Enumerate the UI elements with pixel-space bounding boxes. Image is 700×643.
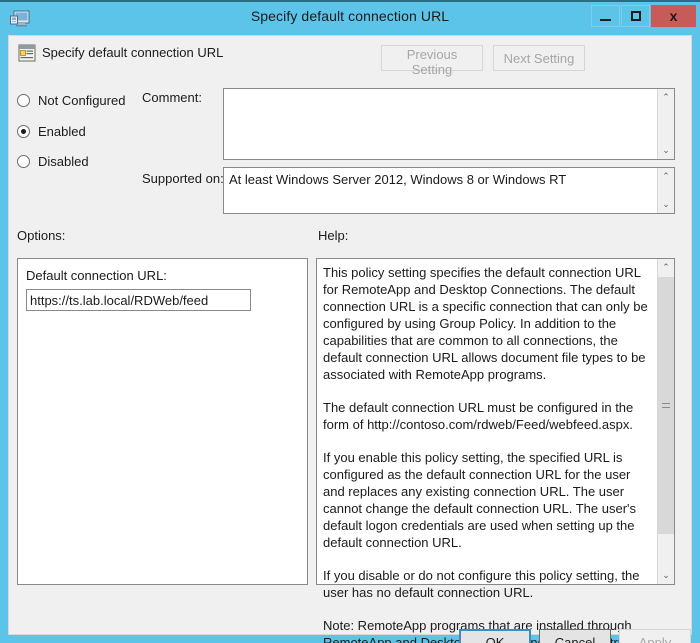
help-text-body: This policy setting specifies the defaul…: [323, 264, 653, 643]
help-panel: This policy setting specifies the defaul…: [316, 258, 675, 643]
help-paragraph: This policy setting specifies the defaul…: [323, 265, 648, 382]
scroll-down-icon[interactable]: ⌄: [658, 142, 674, 159]
window-controls: x: [590, 5, 696, 27]
supported-on-value: At least Windows Server 2012, Windows 8 …: [229, 172, 567, 187]
radio-circle: [17, 93, 30, 107]
scrollbar-grip-line: [662, 407, 670, 408]
dialog-client-area: Specify default connection URL Previous …: [8, 35, 692, 643]
radio-circle: [17, 154, 30, 168]
radio-not-configured[interactable]: Not Configured: [17, 91, 125, 109]
radio-label: Disabled: [38, 153, 89, 169]
title-bar[interactable]: Specify default connection URL x: [0, 4, 700, 33]
minimize-button[interactable]: [591, 5, 620, 27]
dialog-window: Specify default connection URL x Specify…: [0, 0, 700, 643]
previous-setting-button[interactable]: Previous Setting: [381, 45, 483, 77]
radio-disabled[interactable]: Disabled: [17, 152, 89, 170]
radio-label: Enabled: [38, 123, 86, 139]
radio-circle: [17, 124, 30, 138]
scroll-up-icon[interactable]: ⌃: [658, 89, 674, 106]
close-icon: x: [669, 8, 678, 24]
scroll-up-icon[interactable]: ⌃: [658, 168, 674, 185]
scroll-up-icon[interactable]: ⌃: [658, 259, 674, 276]
help-scrollbar-thumb[interactable]: [658, 277, 674, 534]
maximize-icon: [630, 11, 641, 21]
supported-on-scrollbar[interactable]: ⌃ ⌄: [657, 168, 674, 213]
maximize-button[interactable]: [621, 5, 650, 27]
scroll-down-icon[interactable]: ⌄: [658, 567, 674, 584]
cancel-button[interactable]: Cancel: [539, 629, 611, 643]
default-connection-url-input[interactable]: [26, 289, 251, 311]
help-scrollbar[interactable]: ⌃ ⌄: [657, 259, 674, 584]
help-paragraph: The default connection URL must be confi…: [323, 400, 634, 432]
apply-button[interactable]: Apply: [619, 629, 691, 643]
options-section-label: Options:: [17, 228, 66, 243]
group-policy-setting-icon: [18, 44, 36, 62]
ok-button[interactable]: OK: [459, 629, 531, 643]
comment-textarea[interactable]: ⌃ ⌄: [223, 88, 675, 160]
options-panel: Default connection URL:: [17, 258, 308, 585]
help-section-label: Help:: [318, 228, 349, 243]
minimize-icon: [600, 18, 611, 21]
help-paragraph: If you enable this policy setting, the s…: [323, 450, 637, 550]
scrollbar-grip-line: [662, 403, 670, 404]
supported-on-textarea[interactable]: At least Windows Server 2012, Windows 8 …: [223, 167, 675, 214]
comment-scrollbar[interactable]: ⌃ ⌄: [657, 89, 674, 159]
scroll-down-icon[interactable]: ⌄: [658, 196, 674, 213]
comment-label: Comment:: [142, 90, 202, 105]
radio-enabled[interactable]: Enabled: [17, 122, 86, 140]
default-connection-url-label: Default connection URL:: [26, 268, 167, 283]
setting-title: Specify default connection URL: [42, 45, 224, 60]
close-button[interactable]: x: [651, 5, 696, 27]
help-paragraph: If you disable or do not configure this …: [323, 568, 640, 600]
radio-label: Not Configured: [38, 92, 126, 108]
supported-on-label: Supported on:: [142, 171, 224, 186]
next-setting-button[interactable]: Next Setting: [493, 45, 585, 71]
